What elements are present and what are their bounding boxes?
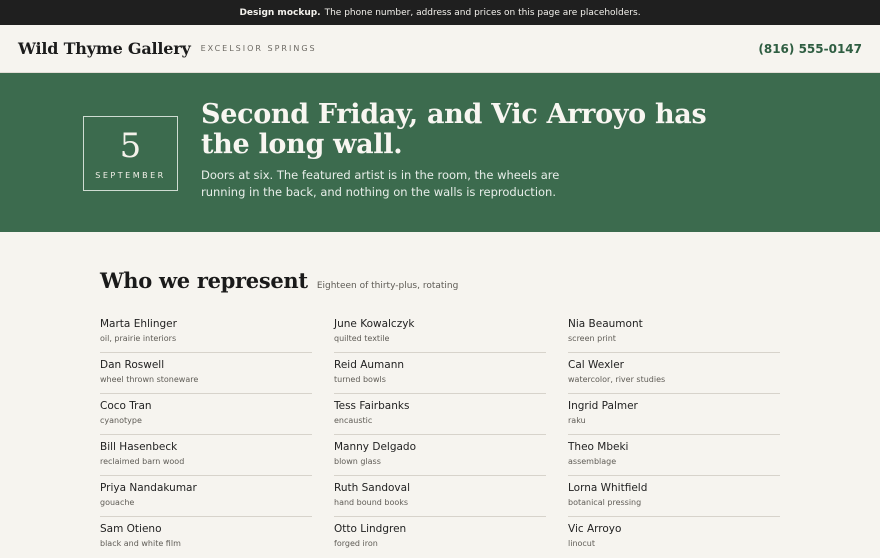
artist-medium: forged iron [334,539,378,548]
artist-medium: wheel thrown stoneware [100,375,199,384]
artist-medium: raku [568,416,586,425]
location-label: EXCELSIOR SPRINGS [200,44,317,53]
artist-name: Dan Roswell [100,359,165,371]
section-title: Who we represent [100,268,308,293]
list-item: Lorna Whitfield botanical pressing [568,476,780,517]
site-header: Wild Thyme Gallery EXCELSIOR SPRINGS (81… [0,25,880,73]
artist-medium: watercolor, river studies [568,375,666,384]
notice-text: The phone number, address and prices on … [324,7,641,18]
artist-medium: screen print [568,334,616,343]
artist-grid: Marta Ehlinger oil, prairie interiors Da… [100,312,780,558]
list-item: Ruth Sandoval hand bound books [334,476,546,517]
artist-name: Lorna Whitfield [568,482,648,494]
list-item: Cal Wexler watercolor, river studies [568,353,780,394]
artist-name: Otto Lindgren [334,523,407,535]
list-item: Vic Arroyo linocut [568,517,780,558]
artist-name: Theo Mbeki [568,441,629,453]
artist-medium: black and white film [100,539,181,548]
artist-name: Manny Delgado [334,441,417,453]
artist-name: Ruth Sandoval [334,482,410,494]
event-date-month: SEPTEMBER [95,171,166,180]
hero-title: Second Friday, and Vic Arroyo has the lo… [201,99,707,160]
artist-medium: oil, prairie interiors [100,334,177,343]
artist-name: Bill Hasenbeck [100,441,178,453]
list-item: Manny Delgado blown glass [334,435,546,476]
artist-name: Marta Ehlinger [100,318,177,330]
artist-name: Vic Arroyo [568,523,622,535]
artist-column-1: Marta Ehlinger oil, prairie interiors Da… [100,312,312,558]
artist-name: Reid Aumann [334,359,405,371]
artist-medium: assemblage [568,457,617,466]
artist-name: Nia Beaumont [568,318,643,330]
list-item: June Kowalczyk quilted textile [334,312,546,353]
hero-banner: 5 SEPTEMBER Second Friday, and Vic Arroy… [0,73,880,232]
section-subtitle: Eighteen of thirty-plus, rotating [316,281,459,291]
artist-column-2: June Kowalczyk quilted textile Reid Auma… [334,312,546,558]
list-item: Theo Mbeki assemblage [568,435,780,476]
artist-medium: quilted textile [334,334,390,343]
event-date-box: 5 SEPTEMBER [83,116,178,191]
artist-name: Tess Fairbanks [334,400,410,412]
artist-medium: linocut [568,539,596,548]
artist-medium: encaustic [334,416,373,425]
artist-medium: reclaimed barn wood [100,457,185,466]
artist-name: Sam Otieno [100,523,162,535]
artist-medium: botanical pressing [568,498,642,507]
list-item: Dan Roswell wheel thrown stoneware [100,353,312,394]
list-item: Sam Otieno black and white film [100,517,312,558]
list-item: Priya Nandakumar gouache [100,476,312,517]
artist-name: Priya Nandakumar [100,482,197,494]
artist-name: Ingrid Palmer [568,400,638,412]
notice-bold: Design mockup. [239,7,321,18]
gallery-logo[interactable]: Wild Thyme Gallery [18,39,191,58]
artist-medium: turned bowls [334,375,386,384]
artist-medium: hand bound books [334,498,409,507]
represent-section-header: Who we represent Eighteen of thirty-plus… [100,268,790,293]
artist-name: June Kowalczyk [334,318,415,330]
event-date-day: 5 [119,126,142,166]
artist-column-3: Nia Beaumont screen print Cal Wexler wat… [568,312,780,558]
list-item: Ingrid Palmer raku [568,394,780,435]
list-item: Reid Aumann turned bowls [334,353,546,394]
hero-description: Doors at six. The featured artist is in … [201,168,560,199]
mockup-notice-bar: Design mockup. The phone number, address… [0,0,880,25]
phone-link[interactable]: (816) 555-0147 [758,42,862,56]
artist-name: Coco Tran [100,400,152,412]
list-item: Nia Beaumont screen print [568,312,780,353]
artist-name: Cal Wexler [568,359,624,371]
list-item: Tess Fairbanks encaustic [334,394,546,435]
list-item: Otto Lindgren forged iron [334,517,546,558]
artist-medium: gouache [100,498,135,507]
artist-medium: cyanotype [100,416,142,425]
list-item: Bill Hasenbeck reclaimed barn wood [100,435,312,476]
artist-medium: blown glass [334,457,381,466]
list-item: Coco Tran cyanotype [100,394,312,435]
list-item: Marta Ehlinger oil, prairie interiors [100,312,312,353]
